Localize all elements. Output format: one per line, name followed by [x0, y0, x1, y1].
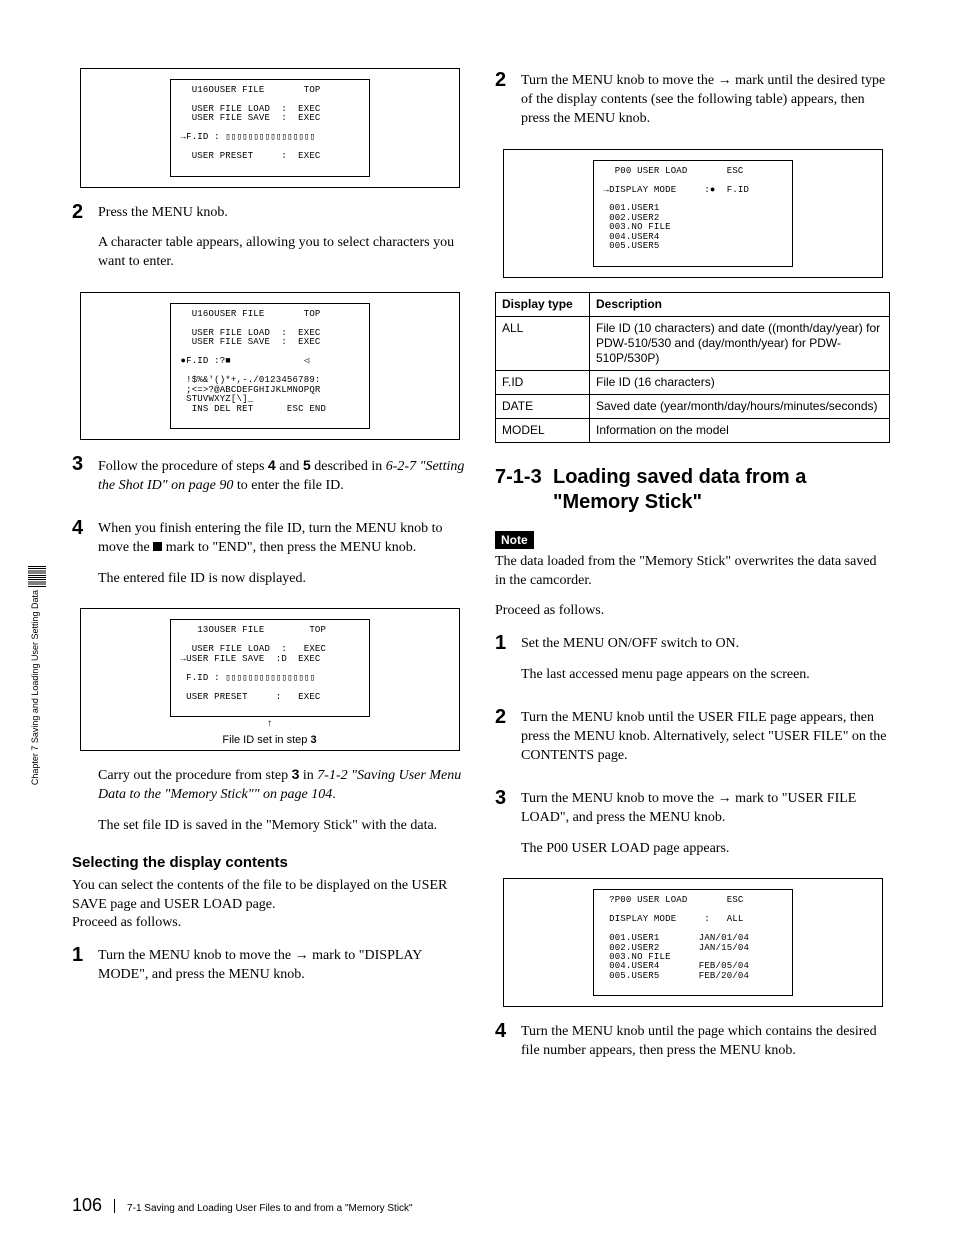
table-header-row: Display type Description [496, 292, 890, 316]
table-cell-desc: File ID (10 characters) and date ((month… [590, 316, 890, 370]
section-title: Loading saved data from a "Memory Stick" [553, 465, 890, 515]
note-badge: Note [495, 531, 534, 549]
screen-1-content: U16OUSER FILE TOP USER FILE LOAD : EXEC … [170, 79, 370, 177]
screen-box-3: 13OUSER FILE TOP USER FILE LOAD : EXEC →… [80, 608, 460, 751]
step-text: Turn the MENU knob to move the → mark un… [521, 72, 890, 129]
carry-out-paragraph: Carry out the procedure from step 3 in 7… [98, 765, 467, 805]
table-cell-type: MODEL [496, 418, 590, 442]
stop-icon [153, 542, 162, 551]
step-number: 2 [495, 707, 521, 727]
step-3-follow-procedure: 3 Follow the procedure of steps 4 and 5 … [72, 454, 467, 508]
table-row: DATESaved date (year/month/day/hours/min… [496, 394, 890, 418]
step-followup: The last accessed menu page appears on t… [521, 666, 890, 685]
main-two-column-layout: U16OUSER FILE TOP USER FILE LOAD : EXEC … [72, 60, 894, 1077]
step-number: 1 [495, 633, 521, 653]
screen-b-content: ?P00 USER LOAD ESC DISPLAY MODE : ALL 00… [593, 889, 793, 996]
step-2-press-knob: 2 Press the MENU knob. A character table… [72, 202, 467, 285]
page-number: 106 [72, 1195, 102, 1216]
step-text: Turn the MENU knob until the page which … [521, 1023, 890, 1061]
step-text: Turn the MENU knob to move the → mark to… [521, 790, 890, 828]
screen-box-2: U16OUSER FILE TOP USER FILE LOAD : EXEC … [80, 292, 460, 440]
display-type-table: Display type Description ALLFile ID (10 … [495, 292, 890, 443]
step-followup: The P00 USER LOAD page appears. [521, 840, 890, 859]
page-footer: 106 7-1 Saving and Loading User Files to… [72, 1195, 413, 1216]
table-row: MODELInformation on the model [496, 418, 890, 442]
step-number: 3 [495, 788, 521, 808]
step-s4: 4 Turn the MENU knob until the page whic… [495, 1021, 890, 1073]
screen-box-a: P00 USER LOAD ESC →DISPLAY MODE :● F.ID … [503, 149, 883, 278]
step-number: 2 [495, 70, 521, 90]
step-s2: 2 Turn the MENU knob until the USER FILE… [495, 707, 890, 778]
step-text: Press the MENU knob. [98, 204, 467, 223]
step-text: Turn the MENU knob until the USER FILE p… [521, 709, 890, 766]
step-text: Turn the MENU knob to move the → mark to… [98, 947, 467, 985]
section-7-1-3-heading: 7-1-3 Loading saved data from a "Memory … [495, 465, 890, 515]
footer-divider [114, 1199, 115, 1213]
subhead-paragraph: You can select the contents of the file … [72, 877, 467, 934]
side-chapter-label: Chapter 7 Saving and Loading User Settin… [30, 590, 40, 785]
step-followup: A character table appears, allowing you … [98, 234, 467, 272]
screen-2-content: U16OUSER FILE TOP USER FILE LOAD : EXEC … [170, 303, 370, 429]
step-text: Follow the procedure of steps 4 and 5 de… [98, 456, 467, 496]
right-column: 2 Turn the MENU knob to move the → mark … [495, 60, 890, 1077]
step-number: 4 [72, 518, 98, 538]
table-cell-desc: Information on the model [590, 418, 890, 442]
table-cell-desc: File ID (16 characters) [590, 370, 890, 394]
proceed-text: Proceed as follows. [495, 602, 890, 621]
table-cell-desc: Saved date (year/month/day/hours/minutes… [590, 394, 890, 418]
step-r2-turn-knob: 2 Turn the MENU knob to move the → mark … [495, 70, 890, 141]
table-cell-type: F.ID [496, 370, 590, 394]
table-header: Display type [496, 292, 590, 316]
table-cell-type: DATE [496, 394, 590, 418]
screen-box-1: U16OUSER FILE TOP USER FILE LOAD : EXEC … [80, 68, 460, 188]
step-followup: The entered file ID is now displayed. [98, 570, 467, 589]
left-column: U16OUSER FILE TOP USER FILE LOAD : EXEC … [72, 60, 467, 1077]
screen-3-content: 13OUSER FILE TOP USER FILE LOAD : EXEC →… [170, 619, 370, 717]
section-number: 7-1-3 [495, 465, 553, 515]
step-number: 1 [72, 945, 98, 965]
step-s1: 1 Set the MENU ON/OFF switch to ON. The … [495, 633, 890, 697]
note-text: The data loaded from the "Memory Stick" … [495, 553, 890, 591]
table-cell-type: ALL [496, 316, 590, 370]
step-number: 2 [72, 202, 98, 222]
table-row: F.IDFile ID (16 characters) [496, 370, 890, 394]
step-b1-turn-knob: 1 Turn the MENU knob to move the → mark … [72, 945, 467, 997]
step-s3: 3 Turn the MENU knob to move the → mark … [495, 788, 890, 871]
table-header: Description [590, 292, 890, 316]
screen-3-caption: File ID set in step 3 [87, 734, 453, 746]
subhead-selecting-display: Selecting the display contents [72, 854, 467, 871]
footer-section: 7-1 Saving and Loading User Files to and… [127, 1203, 413, 1214]
step-text: When you finish entering the file ID, tu… [98, 520, 467, 558]
screen-a-content: P00 USER LOAD ESC →DISPLAY MODE :● F.ID … [593, 160, 793, 267]
step-number: 3 [72, 454, 98, 474]
screen-box-b: ?P00 USER LOAD ESC DISPLAY MODE : ALL 00… [503, 878, 883, 1007]
screen-3-pointer: ↑ [87, 719, 453, 730]
set-file-paragraph: The set file ID is saved in the "Memory … [98, 817, 467, 836]
table-row: ALLFile ID (10 characters) and date ((mo… [496, 316, 890, 370]
step-number: 4 [495, 1021, 521, 1041]
step-4-finish-entering: 4 When you finish entering the file ID, … [72, 518, 467, 601]
side-bars-decoration [28, 566, 46, 588]
step-text: Set the MENU ON/OFF switch to ON. [521, 635, 890, 654]
